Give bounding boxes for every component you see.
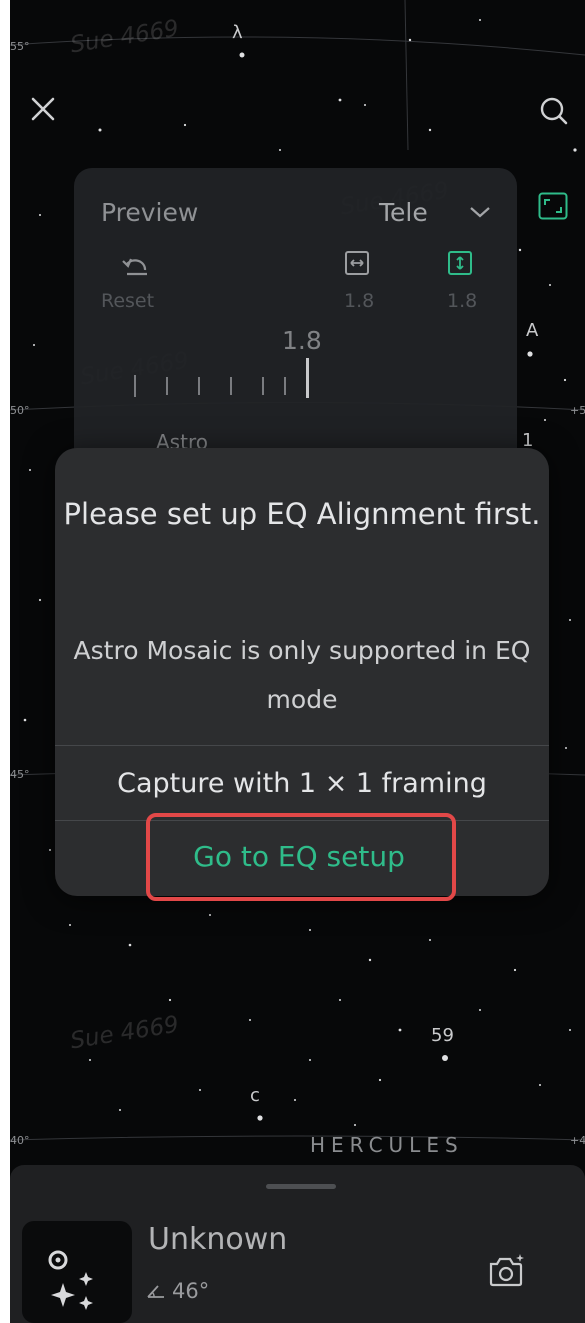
search-button[interactable] <box>535 92 573 130</box>
dialog-message: Astro Mosaic is only supported in EQ mod… <box>73 636 531 714</box>
close-button[interactable] <box>26 92 60 126</box>
object-thumbnail[interactable] <box>22 1221 132 1323</box>
preview-panel: Preview Tele Reset 1.8 1.8 1.8 Astro <box>74 168 517 468</box>
lens-selector-label[interactable]: Tele <box>379 198 428 227</box>
search-icon <box>540 97 568 125</box>
eq-alignment-dialog: Please set up EQ Alignment first. Astro … <box>55 448 549 896</box>
star-label-59: 59 <box>431 1025 454 1046</box>
declination-label: 40° <box>10 1134 30 1147</box>
angle-icon <box>147 1285 164 1298</box>
drag-handle[interactable] <box>266 1184 336 1189</box>
app-screen: Sue 4669 Sue 4669 Sue 4669 Sue 4669 Sue … <box>10 0 585 1323</box>
object-altitude: 46° <box>146 1279 209 1303</box>
altitude-value: 46° <box>172 1279 210 1303</box>
camera-icon <box>489 1254 524 1287</box>
declination-label: 50° <box>10 404 30 417</box>
star-label-lambda: λ <box>232 22 243 43</box>
object-name: Unknown <box>148 1222 288 1257</box>
declination-label: +5 <box>570 404 585 417</box>
star-label-a: A <box>526 320 539 341</box>
chevron-down-icon[interactable] <box>469 204 491 220</box>
capture-1x1-button[interactable]: Capture with 1 × 1 framing <box>55 747 549 820</box>
preview-title: Preview <box>101 198 199 227</box>
declination-label: +4 <box>570 1134 585 1147</box>
close-icon <box>31 97 55 121</box>
height-icon[interactable] <box>447 250 473 276</box>
width-icon[interactable] <box>344 250 370 276</box>
constellation-label: HERCULES <box>310 1133 464 1157</box>
scale-value: 1.8 <box>282 326 322 355</box>
fullscreen-button[interactable] <box>538 192 568 220</box>
capture-button[interactable] <box>483 1249 529 1295</box>
declination-label: 55° <box>10 40 30 53</box>
reset-label: Reset <box>101 290 155 312</box>
object-info-panel[interactable]: Unknown 46° <box>10 1165 585 1323</box>
divider <box>55 745 549 746</box>
dialog-title: Please set up EQ Alignment first. <box>63 497 541 531</box>
unknown-object-icon <box>48 1250 93 1310</box>
reset-icon[interactable] <box>119 252 153 280</box>
declination-label: 45° <box>10 768 30 781</box>
fullscreen-icon <box>538 192 568 220</box>
go-to-eq-setup-button[interactable]: Go to EQ setup <box>145 812 453 900</box>
width-value: 1.8 <box>344 290 375 312</box>
height-value: 1.8 <box>447 290 478 312</box>
star-label-c: c <box>250 1085 260 1106</box>
